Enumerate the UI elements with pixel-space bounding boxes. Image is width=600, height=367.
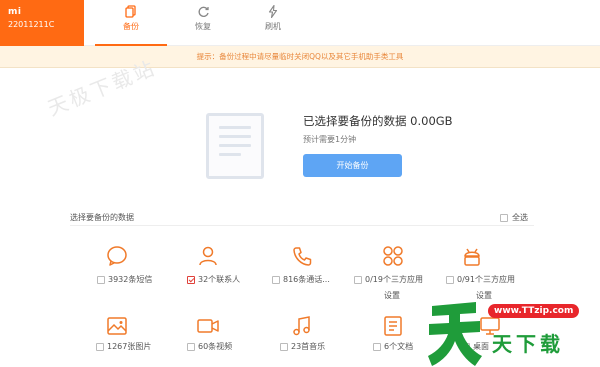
checkbox[interactable]	[280, 342, 288, 351]
select-all-checkbox[interactable]: 全选	[500, 212, 528, 223]
category-documents[interactable]: 6个文档	[373, 341, 413, 352]
restore-icon	[167, 5, 239, 19]
phone-icon[interactable]	[290, 244, 314, 268]
video-icon[interactable]	[196, 314, 220, 338]
category-label: 6个文档	[384, 342, 414, 351]
notice-bar: 提示：备份过程中请尽量临时关闭QQ以及其它手机助手类工具	[0, 46, 600, 68]
category-contacts[interactable]: 32个联系人	[187, 274, 240, 285]
tab-label: 刷机	[265, 22, 281, 31]
category-label: 32个联系人	[198, 275, 241, 284]
music-icon[interactable]	[290, 314, 314, 338]
apps-icon[interactable]	[381, 244, 405, 268]
document-icon[interactable]	[381, 314, 405, 338]
checkbox[interactable]	[354, 275, 362, 284]
checkbox[interactable]	[97, 275, 105, 284]
device-badge: mi 22011211C	[0, 0, 84, 46]
site-url: www.TTzip.com	[488, 304, 580, 318]
category-system-apps[interactable]: 0/91个三方应用	[446, 274, 515, 285]
checkbox[interactable]	[446, 275, 454, 284]
tab-label: 备份	[123, 22, 139, 31]
flash-icon	[237, 5, 309, 19]
site-logo-mark-icon	[428, 302, 482, 366]
document-illustration-icon	[206, 113, 264, 179]
category-label: 816条通话...	[283, 275, 330, 284]
select-data-label: 选择要备份的数据	[70, 213, 134, 222]
checkbox[interactable]	[187, 342, 195, 351]
tab-flash[interactable]: 刷机	[237, 0, 309, 46]
message-icon[interactable]	[105, 244, 129, 268]
apps-settings-link[interactable]: 设置	[384, 290, 400, 301]
backup-icon	[95, 5, 167, 19]
tab-backup[interactable]: 备份	[95, 0, 167, 46]
site-name: 天下载	[492, 332, 564, 356]
start-backup-button[interactable]: 开始备份	[303, 154, 402, 177]
tab-restore[interactable]: 恢复	[167, 0, 239, 46]
device-model: 22011211C	[8, 20, 55, 29]
category-label: 1267张图片	[107, 342, 152, 351]
top-bar: mi 22011211C 备份 恢复 刷机	[0, 0, 600, 46]
category-videos[interactable]: 60条视频	[187, 341, 232, 352]
category-label: 60条视频	[198, 342, 233, 351]
checkbox[interactable]	[96, 342, 104, 351]
checkbox[interactable]	[500, 213, 508, 222]
selected-size-title: 已选择要备份的数据 0.00GB	[303, 114, 453, 128]
checkbox-checked[interactable]	[187, 275, 195, 284]
category-music[interactable]: 23首音乐	[280, 341, 325, 352]
category-call-logs[interactable]: 816条通话...	[272, 274, 330, 285]
checkbox[interactable]	[272, 275, 280, 284]
select-all-label: 全选	[512, 213, 528, 222]
estimated-time: 预计需要1分钟	[303, 135, 357, 144]
tab-label: 恢复	[195, 22, 211, 31]
category-messages[interactable]: 3932条短信	[97, 274, 152, 285]
site-logo: www.TTzip.com 天下载	[426, 292, 600, 367]
category-label: 0/91个三方应用	[457, 275, 515, 284]
checkbox[interactable]	[373, 342, 381, 351]
divider	[70, 225, 534, 226]
category-label: 0/19个三方应用	[365, 275, 423, 284]
android-icon[interactable]	[460, 244, 484, 268]
image-icon[interactable]	[105, 314, 129, 338]
mi-logo: mi	[8, 7, 22, 17]
category-label: 3932条短信	[108, 275, 153, 284]
category-label: 23首音乐	[291, 342, 326, 351]
contact-icon[interactable]	[196, 244, 220, 268]
category-images[interactable]: 1267张图片	[96, 341, 151, 352]
category-third-party-apps[interactable]: 0/19个三方应用	[354, 274, 423, 285]
